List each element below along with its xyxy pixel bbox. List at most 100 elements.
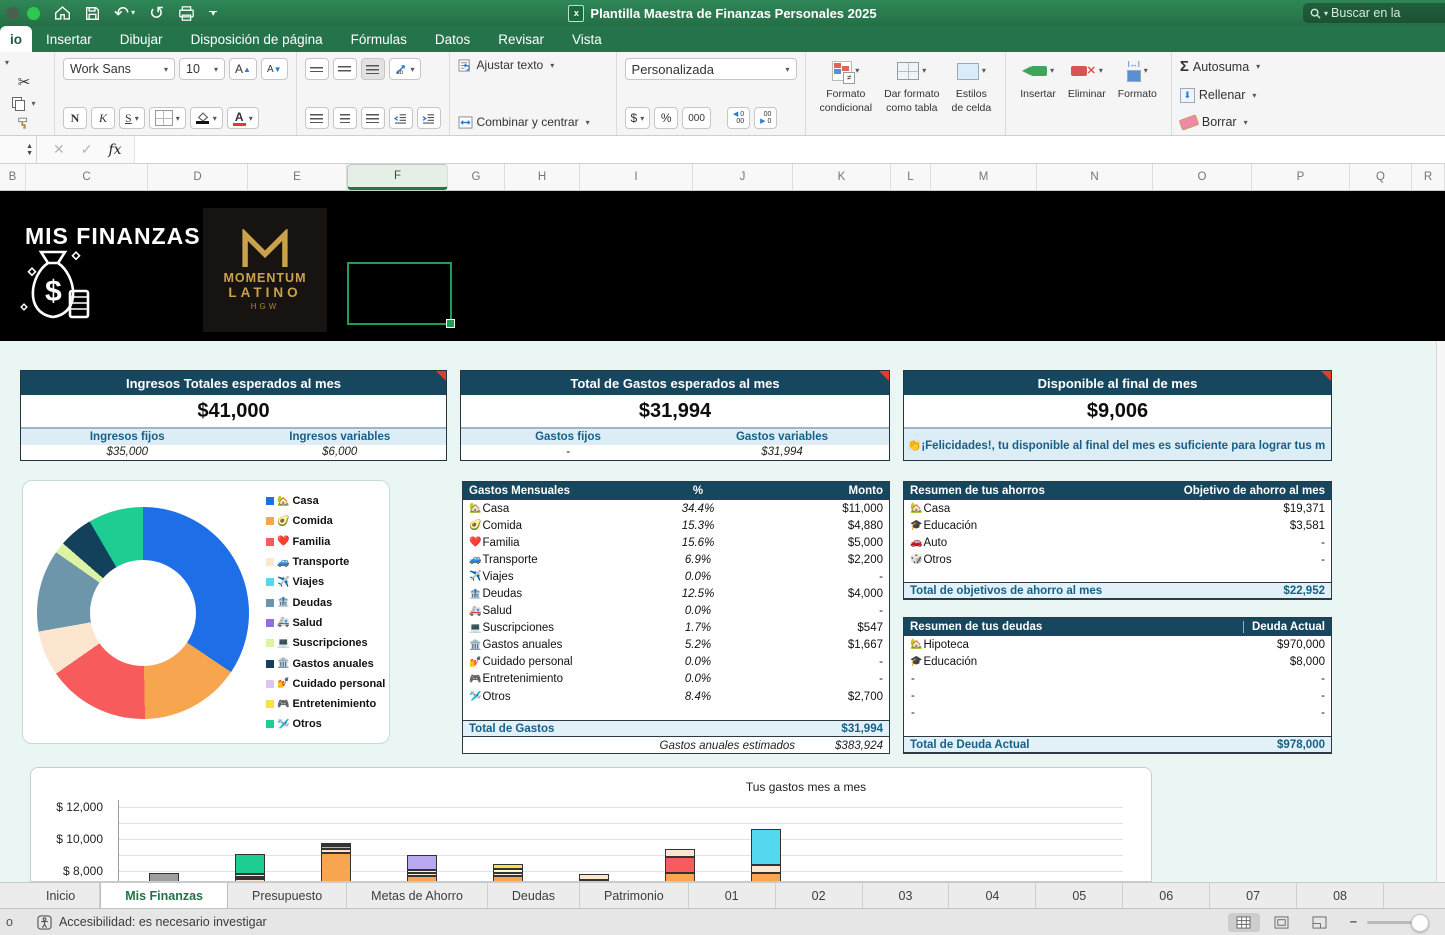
table-row[interactable]: 🏡Casa$19,371 bbox=[904, 500, 1331, 517]
expenses-fixed-value[interactable]: - bbox=[461, 445, 675, 460]
income-variable-value[interactable]: $6,000 bbox=[234, 445, 447, 460]
table-row[interactable]: 🏦Deudas12.5%$4,000 bbox=[463, 585, 889, 602]
ribbon-tab-vista[interactable]: Vista bbox=[558, 26, 616, 52]
name-box-spinner-icon[interactable]: ▲▼ bbox=[26, 143, 33, 157]
ribbon-tab-revisar[interactable]: Revisar bbox=[484, 26, 558, 52]
redo-icon[interactable]: ↺ bbox=[149, 4, 164, 22]
decrease-decimal-button[interactable]: ◀ 000 bbox=[727, 107, 750, 129]
paste-dropdown-icon[interactable]: ▾ bbox=[5, 58, 9, 67]
align-center-icon[interactable] bbox=[333, 107, 357, 129]
page-layout-view-icon[interactable] bbox=[1266, 913, 1298, 932]
autosum-button[interactable]: ΣAutosuma▾ bbox=[1180, 58, 1260, 75]
sheet-tab-metas-de-ahorro[interactable]: Metas de Ahorro bbox=[347, 883, 488, 908]
sheet-tab-patrimonio[interactable]: Patrimonio bbox=[580, 883, 689, 908]
column-header-D[interactable]: D bbox=[148, 164, 248, 190]
normal-view-icon[interactable] bbox=[1228, 913, 1260, 932]
align-bottom-icon[interactable] bbox=[361, 58, 385, 80]
ribbon-tab-insertar[interactable]: Insertar bbox=[32, 26, 106, 52]
decrease-font-icon[interactable]: A▼ bbox=[261, 58, 288, 80]
table-row[interactable]: 🎓Educación$3,581 bbox=[904, 517, 1331, 534]
zoom-out-icon[interactable]: − bbox=[1350, 915, 1357, 929]
column-header-E[interactable]: E bbox=[248, 164, 347, 190]
window-zoom-icon[interactable] bbox=[27, 7, 40, 20]
sheet-tab-05[interactable]: 05 bbox=[1036, 883, 1123, 908]
column-header-M[interactable]: M bbox=[931, 164, 1037, 190]
table-row[interactable]: 🚗Auto- bbox=[904, 534, 1331, 551]
column-header-P[interactable]: P bbox=[1252, 164, 1350, 190]
search-dropdown-icon[interactable]: ▾ bbox=[1324, 9, 1328, 18]
table-row[interactable]: 🎮Entretenimiento0.0%- bbox=[463, 671, 889, 688]
home-icon[interactable] bbox=[54, 5, 71, 21]
table-row[interactable]: 🚙Transporte6.9%$2,200 bbox=[463, 551, 889, 568]
column-header-Q[interactable]: Q bbox=[1350, 164, 1412, 190]
column-header-L[interactable]: L bbox=[891, 164, 931, 190]
available-value[interactable]: $9,006 bbox=[904, 395, 1331, 429]
column-header-H[interactable]: H bbox=[505, 164, 580, 190]
sheet-tab-presupuesto[interactable]: Presupuesto bbox=[228, 883, 347, 908]
decrease-indent-icon[interactable] bbox=[389, 107, 413, 129]
table-row[interactable]: 🛩️Otros8.4%$2,700 bbox=[463, 688, 889, 705]
sheet-tab-deudas[interactable]: Deudas bbox=[488, 883, 580, 908]
fill-color-button[interactable]: ▾ bbox=[190, 107, 223, 129]
column-header-G[interactable]: G bbox=[448, 164, 505, 190]
column-header-I[interactable]: I bbox=[580, 164, 693, 190]
table-row[interactable]: 🎲Otros- bbox=[904, 551, 1331, 568]
copy-dropdown-icon[interactable]: ▾ bbox=[31, 99, 35, 108]
sheet-tab-08[interactable]: 08 bbox=[1297, 883, 1384, 908]
search-input[interactable]: ▾ Buscar en la bbox=[1303, 3, 1445, 23]
formula-input[interactable] bbox=[134, 136, 1445, 163]
column-header-O[interactable]: O bbox=[1153, 164, 1252, 190]
currency-button[interactable]: $▾ bbox=[625, 107, 651, 129]
align-right-icon[interactable] bbox=[361, 107, 385, 129]
sheet-tab-mis-finanzas[interactable]: Mis Finanzas bbox=[100, 883, 228, 908]
column-header-C[interactable]: C bbox=[26, 164, 148, 190]
table-row[interactable]: 🚑Salud0.0%- bbox=[463, 603, 889, 620]
sheet-tab-01[interactable]: 01 bbox=[689, 883, 776, 908]
increase-indent-icon[interactable] bbox=[417, 107, 441, 129]
sheet-tab-inicio[interactable]: Inicio bbox=[22, 883, 100, 908]
expenses-total-value[interactable]: $31,994 bbox=[461, 395, 889, 429]
table-row[interactable]: -- bbox=[904, 704, 1331, 721]
sheet-tab-04[interactable]: 04 bbox=[949, 883, 1036, 908]
format-painter-icon[interactable] bbox=[17, 116, 31, 129]
ribbon-tab-disposición-de-página[interactable]: Disposición de página bbox=[177, 26, 337, 52]
align-top-icon[interactable] bbox=[305, 58, 329, 80]
column-header-F[interactable]: F bbox=[347, 164, 448, 190]
page-break-view-icon[interactable] bbox=[1304, 913, 1336, 932]
column-header-B[interactable]: B bbox=[0, 164, 26, 190]
cell-styles-button[interactable]: ▾ Estilosde celda bbox=[946, 56, 998, 114]
delete-cells-button[interactable]: ✕▾ Eliminar bbox=[1062, 56, 1112, 100]
underline-button[interactable]: S▾ bbox=[119, 107, 145, 129]
conditional-format-button[interactable]: ≠▾ Formatocondicional bbox=[814, 56, 879, 114]
fill-handle[interactable] bbox=[446, 319, 455, 328]
income-total-value[interactable]: $41,000 bbox=[21, 395, 446, 429]
table-row[interactable]: 🏡Hipoteca$970,000 bbox=[904, 636, 1331, 653]
copy-icon[interactable] bbox=[12, 97, 24, 110]
sheet-tab-02[interactable]: 02 bbox=[776, 883, 863, 908]
increase-decimal-button[interactable]: 00▶ 0 bbox=[754, 107, 777, 129]
font-size-select[interactable]: 10▾ bbox=[179, 58, 225, 80]
table-row[interactable]: ✈️Viajes0.0%- bbox=[463, 568, 889, 585]
thousands-button[interactable]: 000 bbox=[682, 107, 711, 129]
insert-function-icon[interactable]: fx bbox=[108, 142, 121, 158]
ribbon-tab-fórmulas[interactable]: Fórmulas bbox=[337, 26, 421, 52]
undo-dropdown-icon[interactable]: ▾ bbox=[131, 9, 135, 17]
insert-cells-button[interactable]: ◀▾ Insertar bbox=[1014, 56, 1062, 100]
font-color-button[interactable]: A▾ bbox=[227, 107, 259, 129]
selected-cell[interactable] bbox=[347, 262, 452, 325]
save-icon[interactable] bbox=[85, 6, 100, 21]
orientation-button[interactable]: ab▾ bbox=[389, 58, 421, 80]
undo-icon[interactable]: ↶▾ bbox=[114, 4, 135, 22]
vertical-scrollbar[interactable] bbox=[1436, 341, 1445, 882]
table-row[interactable]: ❤️Familia15.6%$5,000 bbox=[463, 534, 889, 551]
sheet-tab-07[interactable]: 07 bbox=[1210, 883, 1297, 908]
table-row[interactable]: 🥑Comida15.3%$4,880 bbox=[463, 517, 889, 534]
zoom-slider-knob[interactable] bbox=[1411, 914, 1429, 932]
income-fixed-value[interactable]: $35,000 bbox=[21, 445, 234, 460]
table-row[interactable]: 🏡Casa34.4%$11,000 bbox=[463, 500, 889, 517]
table-row[interactable]: -- bbox=[904, 687, 1331, 704]
column-header-K[interactable]: K bbox=[793, 164, 891, 190]
wrap-text-button[interactable]: Ajustar texto▾ bbox=[458, 58, 608, 72]
align-middle-icon[interactable] bbox=[333, 58, 357, 80]
table-row[interactable]: 💅Cuidado personal0.0%- bbox=[463, 654, 889, 671]
